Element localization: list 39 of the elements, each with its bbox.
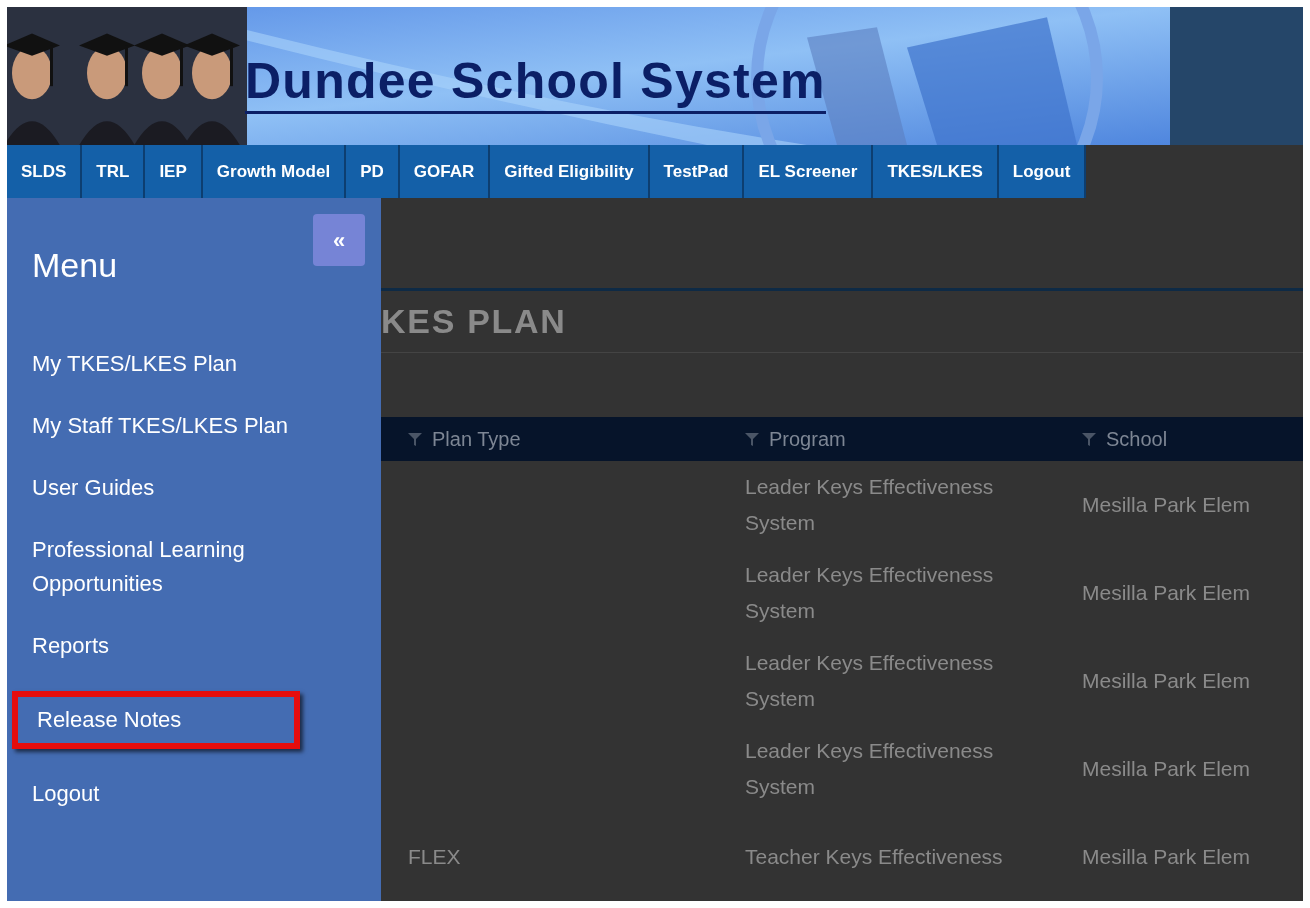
table-cell-text: Mesilla Park Elem — [1082, 756, 1252, 782]
table-cell-text: Mesilla Park Elem — [1082, 492, 1252, 518]
nav-tab[interactable]: TestPad — [649, 145, 745, 198]
table-cell-text: Mesilla Park Elem — [1082, 844, 1252, 870]
menu-item[interactable]: Reports — [13, 629, 375, 663]
nav-tab[interactable]: Growth Model — [202, 145, 347, 198]
nav-tab[interactable]: Logout — [998, 145, 1087, 198]
site-title: Dundee School System — [245, 51, 826, 114]
nav-tab[interactable]: TRL — [82, 145, 146, 198]
menu-item[interactable]: My TKES/LKES Plan — [13, 347, 375, 381]
menu-title: Menu — [32, 245, 118, 286]
table-cell-text: Leader Keys Effectiveness System — [745, 650, 995, 712]
page-title: KES PLAN — [381, 300, 567, 342]
menu-item[interactable]: My Staff TKES/LKES Plan — [13, 409, 375, 443]
table-cell-text: Teacher Keys Effectiveness — [745, 844, 1004, 870]
nav-tab[interactable]: TKES/LKES — [873, 145, 999, 198]
nav-tab[interactable]: IEP — [145, 145, 203, 198]
nav-tab[interactable]: Gifted Eligibility — [490, 145, 650, 198]
filter-icon[interactable] — [1082, 432, 1096, 447]
nav-tab[interactable]: PD — [346, 145, 400, 198]
column-header[interactable]: Plan Type — [432, 424, 521, 455]
column-header[interactable]: Program — [769, 424, 846, 455]
menu-item[interactable]: Release Notes — [12, 691, 300, 749]
menu-item[interactable]: Professional Learning Opportunities — [13, 533, 375, 601]
filter-icon[interactable] — [408, 432, 422, 447]
menu-item[interactable]: User Guides — [13, 471, 375, 505]
table-cell-text: Mesilla Park Elem — [1082, 580, 1252, 606]
nav-tab[interactable]: GOFAR — [399, 145, 491, 198]
table-cell-text: FLEX — [408, 844, 462, 870]
column-header[interactable]: School — [1106, 424, 1168, 455]
collapse-button[interactable]: « — [313, 214, 365, 266]
nav-tab[interactable]: EL Screener — [744, 145, 874, 198]
table-cell-text: Leader Keys Effectiveness System — [745, 474, 995, 536]
table-cell-text: Leader Keys Effectiveness System — [745, 738, 995, 800]
table-cell-text: Leader Keys Effectiveness System — [745, 562, 995, 624]
table-cell-text: Mesilla Park Elem — [1082, 668, 1252, 694]
filter-icon[interactable] — [745, 432, 759, 447]
menu-item[interactable]: Logout — [13, 777, 375, 811]
nav-tab[interactable]: SLDS — [7, 145, 83, 198]
